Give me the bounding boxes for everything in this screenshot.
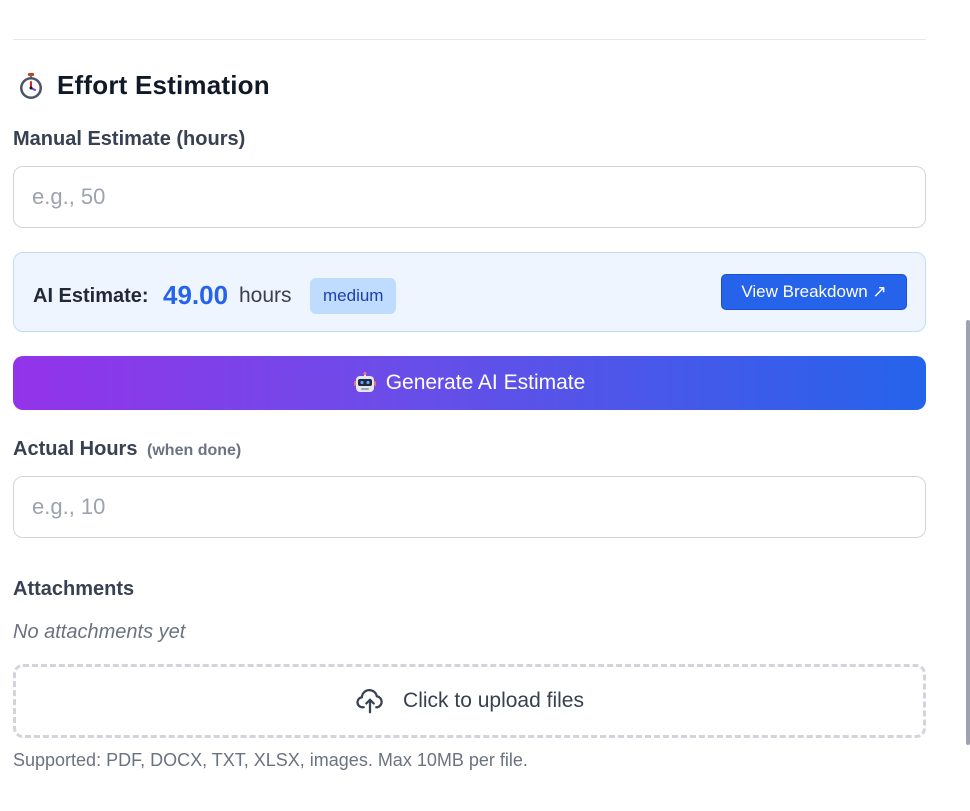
manual-estimate-label: Manual Estimate (hours) [13, 128, 246, 150]
section-title: Effort Estimation [57, 70, 270, 100]
actual-hours-label: Actual Hours [13, 438, 138, 460]
ai-estimate-label: AI Estimate: [33, 285, 149, 307]
robot-icon [353, 372, 376, 394]
view-breakdown-button[interactable]: View Breakdown ↗ [721, 274, 907, 310]
generate-button-label: Generate AI Estimate [385, 371, 586, 394]
generate-ai-estimate-button[interactable]: Generate AI Estimate [13, 356, 926, 410]
scrollbar-track[interactable] [962, 0, 970, 811]
ai-estimate-unit: hours [239, 284, 292, 307]
section-header: Effort Estimation [17, 70, 270, 101]
actual-hours-input[interactable] [13, 476, 926, 538]
confidence-badge: medium [310, 278, 397, 314]
upload-label: Click to upload files [403, 689, 584, 712]
no-attachments-text: No attachments yet [13, 621, 186, 643]
ai-estimate-box: AI Estimate: 49.00 hours medium View Bre… [13, 252, 926, 332]
section-divider [13, 39, 926, 40]
manual-estimate-input[interactable] [13, 166, 926, 228]
stopwatch-icon [17, 72, 45, 100]
ai-estimate-value: 49.00 [163, 280, 229, 310]
upload-dropzone[interactable]: Click to upload files [13, 664, 926, 738]
actual-hours-sublabel: (when done) [147, 442, 242, 459]
scrollbar-thumb[interactable] [966, 320, 970, 745]
actual-hours-label-group: Actual Hours (when done) [13, 438, 241, 461]
cloud-upload-icon [355, 686, 385, 716]
attachments-label: Attachments [13, 578, 135, 600]
supported-formats-text: Supported: PDF, DOCX, TXT, XLSX, images.… [13, 750, 528, 770]
